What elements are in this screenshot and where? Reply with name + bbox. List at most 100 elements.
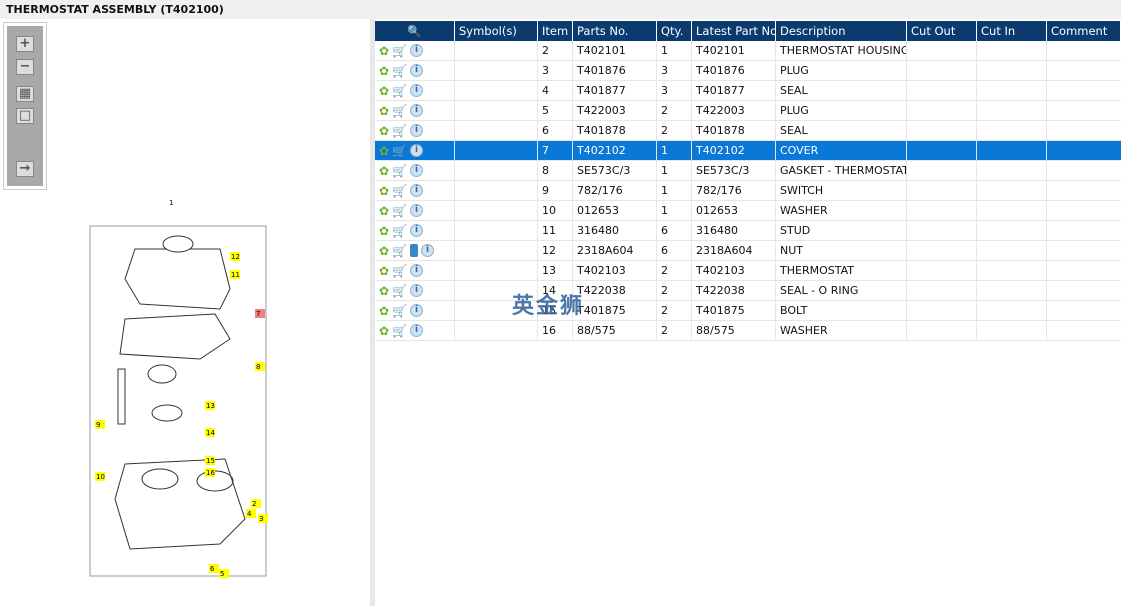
callout-label[interactable]: 7 [256, 310, 260, 318]
callout-label[interactable]: 9 [96, 421, 100, 429]
callout-label[interactable]: 5 [220, 570, 224, 578]
callout-label[interactable]: 6 [210, 565, 215, 573]
cell-part-no: 88/575 [573, 321, 657, 340]
callout-label[interactable]: 13 [206, 402, 215, 410]
gear-icon[interactable]: ✿ [379, 44, 389, 58]
cell-cut-out [907, 161, 977, 180]
info-icon[interactable]: i [410, 84, 424, 97]
col-item[interactable]: Item [538, 21, 573, 41]
cart-icon[interactable]: 🛒 [392, 144, 407, 158]
table-row[interactable]: ✿ 🛒 i 3 T401876 3 T401876 PLUG [375, 61, 1121, 81]
table-row[interactable]: ✿ 🛒 i 15 T401875 2 T401875 BOLT [375, 301, 1121, 321]
cell-description: STUD [776, 221, 907, 240]
table-row[interactable]: ✿ 🛒 i 11 316480 6 316480 STUD [375, 221, 1121, 241]
table-row[interactable]: ✿ 🛒 i 4 T401877 3 T401877 SEAL [375, 81, 1121, 101]
table-row[interactable]: ✿ 🛒 i 6 T401878 2 T401878 SEAL [375, 121, 1121, 141]
info-icon[interactable]: i [410, 184, 424, 197]
gear-icon[interactable]: ✿ [379, 204, 389, 218]
cart-icon[interactable]: 🛒 [392, 124, 407, 138]
cart-icon[interactable]: 🛒 [392, 184, 407, 198]
callout-label[interactable]: 14 [206, 429, 215, 437]
col-parts-no[interactable]: Parts No. [573, 21, 657, 41]
info-icon[interactable]: i [410, 324, 424, 337]
gear-icon[interactable]: ✿ [379, 104, 389, 118]
table-row[interactable]: ✿ 🛒 i 16 88/575 2 88/575 WASHER [375, 321, 1121, 341]
gear-icon[interactable]: ✿ [379, 144, 389, 158]
gear-icon[interactable]: ✿ [379, 64, 389, 78]
gear-icon[interactable]: ✿ [379, 284, 389, 298]
cart-icon[interactable]: 🛒 [392, 44, 407, 58]
cell-description: THERMOSTAT [776, 261, 907, 280]
exploded-diagram: 1 12 11 7 8 13 9 14 15 16 10 243 65 [89, 199, 268, 578]
callout-label[interactable]: 4 [247, 510, 252, 518]
col-description[interactable]: Description [776, 21, 907, 41]
info-icon[interactable]: i [410, 104, 424, 117]
col-comment[interactable]: Comment [1047, 21, 1121, 41]
col-latest-part[interactable]: Latest Part No. [692, 21, 776, 41]
table-row[interactable]: ✿ 🛒 i 10 012653 1 012653 WASHER [375, 201, 1121, 221]
info-icon[interactable]: i [410, 44, 424, 57]
cart-icon[interactable]: 🛒 [392, 104, 407, 118]
info-icon[interactable]: i [410, 284, 424, 297]
cell-part-no: 012653 [573, 201, 657, 220]
info-icon[interactable]: i [410, 304, 424, 317]
gear-icon[interactable]: ✿ [379, 304, 389, 318]
cell-item: 11 [538, 221, 573, 240]
callout-label[interactable]: 10 [96, 473, 105, 481]
gear-icon[interactable]: ✿ [379, 244, 389, 258]
table-row[interactable]: ✿ 🛒 i 8 SE573C/3 1 SE573C/3 GASKET - THE… [375, 161, 1121, 181]
table-row[interactable]: ✿ 🛒 i 9 782/176 1 782/176 SWITCH [375, 181, 1121, 201]
col-symbols[interactable]: Symbol(s) [455, 21, 538, 41]
callout-label[interactable]: 3 [259, 515, 263, 523]
book-icon[interactable] [410, 244, 419, 257]
table-row[interactable]: ✿ 🛒 i 13 T402103 2 T402103 THERMOSTAT [375, 261, 1121, 281]
info-icon[interactable]: i [410, 224, 424, 237]
cell-latest-part: 2318A604 [692, 241, 776, 260]
info-icon[interactable]: i [410, 264, 424, 277]
cart-icon[interactable]: 🛒 [392, 304, 407, 318]
info-icon[interactable]: i [410, 64, 424, 77]
gear-icon[interactable]: ✿ [379, 84, 389, 98]
cart-icon[interactable]: 🛒 [392, 224, 407, 238]
table-row[interactable]: ✿ 🛒 i 5 T422003 2 T422003 PLUG [375, 101, 1121, 121]
callout-label[interactable]: 11 [231, 271, 240, 279]
cart-icon[interactable]: 🛒 [392, 64, 407, 78]
row-actions: ✿ 🛒 i [375, 101, 455, 120]
cell-description: BOLT [776, 301, 907, 320]
gear-icon[interactable]: ✿ [379, 124, 389, 138]
gear-icon[interactable]: ✿ [379, 164, 389, 178]
cart-icon[interactable]: 🛒 [392, 264, 407, 278]
info-icon[interactable]: i [410, 204, 424, 217]
gear-icon[interactable]: ✿ [379, 324, 389, 338]
table-row[interactable]: ✿ 🛒 i 7 T402102 1 T402102 COVER [375, 141, 1121, 161]
cell-qty: 1 [657, 201, 692, 220]
cart-icon[interactable]: 🛒 [392, 324, 407, 338]
search-columns-icon[interactable]: 🔍 [375, 21, 455, 41]
row-actions: ✿ 🛒 i [375, 241, 455, 260]
info-icon[interactable]: i [421, 244, 435, 257]
callout-label[interactable]: 2 [252, 500, 256, 508]
col-qty[interactable]: Qty. [657, 21, 692, 41]
info-icon[interactable]: i [410, 144, 424, 157]
callout-label[interactable]: 16 [206, 469, 215, 477]
cell-description: SWITCH [776, 181, 907, 200]
cart-icon[interactable]: 🛒 [392, 244, 407, 258]
col-cut-out[interactable]: Cut Out [907, 21, 977, 41]
cart-icon[interactable]: 🛒 [392, 164, 407, 178]
cart-icon[interactable]: 🛒 [392, 284, 407, 298]
gear-icon[interactable]: ✿ [379, 264, 389, 278]
info-icon[interactable]: i [410, 124, 424, 137]
col-cut-in[interactable]: Cut In [977, 21, 1047, 41]
gear-icon[interactable]: ✿ [379, 184, 389, 198]
cart-icon[interactable]: 🛒 [392, 84, 407, 98]
callout-label[interactable]: 12 [231, 253, 240, 261]
table-row[interactable]: ✿ 🛒 i 12 2318A604 6 2318A604 NUT [375, 241, 1121, 261]
table-row[interactable]: ✿ 🛒 i 2 T402101 1 T402101 THERMOSTAT HOU… [375, 41, 1121, 61]
callout-label[interactable]: 8 [256, 363, 260, 371]
table-row[interactable]: ✿ 🛒 i 14 T422038 2 T422038 SEAL - O RING [375, 281, 1121, 301]
info-icon[interactable]: i [410, 164, 424, 177]
gear-icon[interactable]: ✿ [379, 224, 389, 238]
callout-label[interactable]: 15 [206, 457, 215, 465]
cart-icon[interactable]: 🛒 [392, 204, 407, 218]
cell-qty: 2 [657, 281, 692, 300]
